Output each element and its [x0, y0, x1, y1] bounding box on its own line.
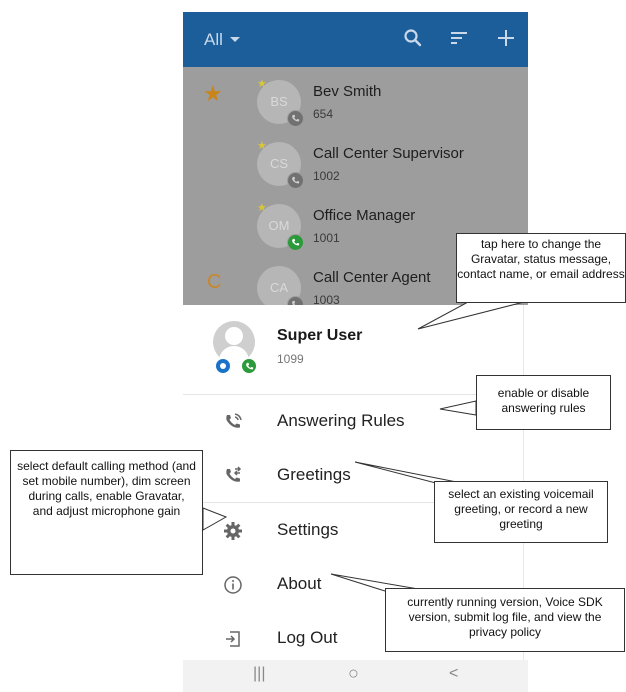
callout-answering-rules: enable or disable answering rules [476, 375, 611, 430]
contact-row[interactable]: CS ★ Call Center Supervisor 1002 [183, 129, 528, 191]
phone-status-icon [287, 110, 304, 127]
greetings-icon [226, 466, 242, 482]
contact-row[interactable]: ★ BS ★ Bev Smith 654 [183, 67, 528, 129]
phone-status-icon [287, 172, 304, 189]
favorites-star-icon: ★ [203, 81, 223, 106]
menu-label: Log Out [277, 628, 338, 647]
filter-label: All [204, 30, 223, 49]
menu-label: Settings [277, 520, 339, 539]
menu-item-answering-rules[interactable]: Answering Rules [183, 397, 523, 447]
filter-dropdown[interactable]: All [204, 30, 240, 50]
back-button[interactable]: < [449, 665, 458, 683]
recents-button[interactable]: ||| [253, 665, 265, 683]
favorite-star-icon: ★ [257, 140, 267, 152]
home-button[interactable]: ○ [348, 663, 359, 684]
search-icon[interactable] [403, 28, 423, 48]
contact-name: Office Manager [313, 207, 416, 224]
menu-label: About [277, 574, 322, 593]
contact-name: Call Center Agent [313, 269, 431, 286]
callout-settings: select default calling method (and set m… [10, 450, 203, 575]
user-extension: 1099 [277, 352, 304, 366]
menu-label: Answering Rules [277, 411, 405, 430]
contact-extension: 654 [313, 107, 334, 121]
favorite-star-icon: ★ [257, 202, 267, 214]
logout-icon [226, 631, 240, 647]
contact-name: Bev Smith [313, 83, 382, 100]
presence-status-icon [214, 357, 232, 375]
add-icon[interactable] [496, 28, 516, 48]
phone-status-icon [240, 357, 258, 375]
sort-icon[interactable] [449, 28, 469, 48]
callout-profile: tap here to change the Gravatar, status … [456, 233, 626, 303]
caret-down-icon [229, 37, 240, 42]
callout-greetings: select an existing voicemail greeting, o… [434, 481, 608, 543]
favorite-star-icon: ★ [257, 78, 267, 90]
contact-extension: 1002 [313, 169, 340, 183]
system-nav-bar: ||| ○ < [183, 660, 528, 692]
contact-name: Call Center Supervisor [313, 145, 464, 162]
user-name: Super User [277, 327, 363, 344]
contact-extension: 1001 [313, 231, 340, 245]
callout-about: currently running version, Voice SDK ver… [385, 588, 625, 652]
info-icon [224, 576, 242, 594]
gear-icon [224, 522, 242, 540]
phone-status-icon [287, 234, 304, 251]
answering-rules-icon [226, 413, 242, 428]
menu-label: Greetings [277, 465, 351, 484]
section-letter: C [207, 271, 222, 293]
app-bar: All [183, 12, 528, 67]
